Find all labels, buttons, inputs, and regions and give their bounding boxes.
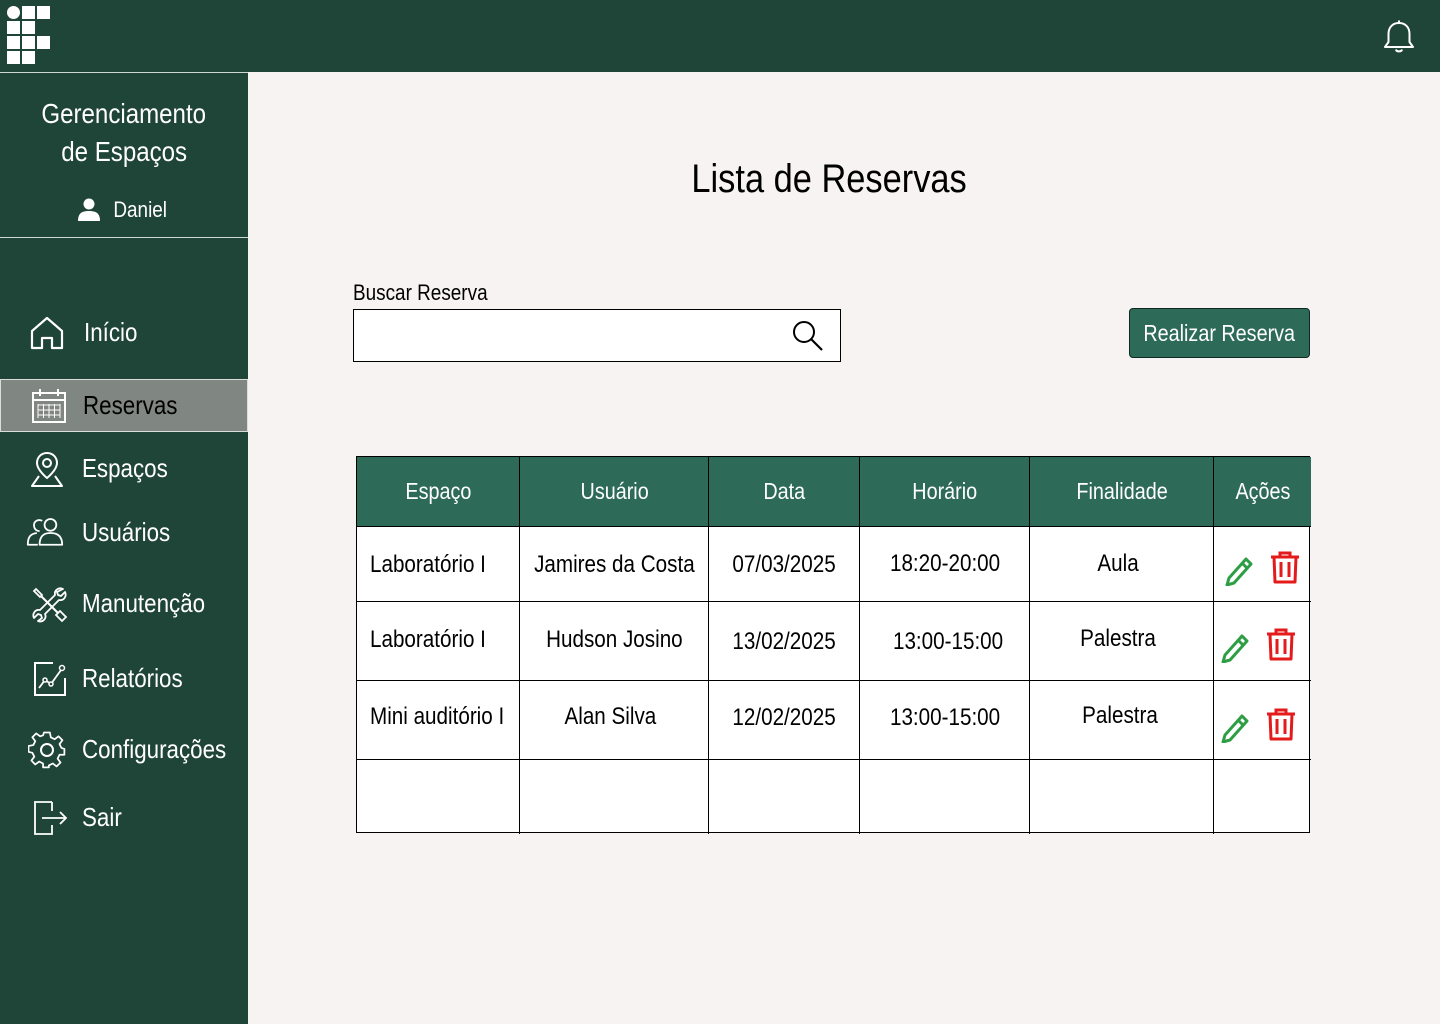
cell-text: Alan Silva bbox=[564, 703, 656, 730]
bell-icon[interactable] bbox=[1380, 18, 1418, 56]
cell-espaco: Laboratório I bbox=[370, 551, 505, 579]
cell-text: 13:00-15:00 bbox=[892, 628, 1004, 655]
sidebar-item-label: Configurações bbox=[82, 734, 227, 764]
user-info: Daniel bbox=[0, 197, 248, 223]
sidebar-item-configuracoes[interactable]: Configurações bbox=[0, 723, 248, 775]
sidebar-item-label: Relatórios bbox=[82, 663, 183, 693]
row-divider bbox=[357, 601, 1311, 602]
tools-icon bbox=[32, 587, 68, 623]
realizar-reserva-label: Realizar Reserva bbox=[1143, 320, 1296, 346]
delete-trash-icon[interactable] bbox=[1269, 550, 1301, 584]
sidebar-item-label: Sair bbox=[82, 802, 122, 832]
sidebar-item-label: Usuários bbox=[82, 517, 171, 547]
sidebar-item-usuarios[interactable]: Usuários bbox=[0, 506, 248, 558]
column-header-label: Espaço bbox=[405, 478, 472, 504]
cell-data: 13/02/2025 bbox=[709, 628, 860, 656]
row-divider bbox=[357, 526, 1311, 527]
sidebar-item-reservas[interactable]: Reservas bbox=[0, 379, 248, 432]
sidebar-item-inicio[interactable]: Início bbox=[0, 306, 248, 358]
report-chart-icon bbox=[34, 662, 66, 696]
cell-espaco: Laboratório I bbox=[370, 626, 505, 654]
cell-finalidade: Aula bbox=[1030, 550, 1206, 578]
row-divider bbox=[357, 680, 1311, 681]
search-box[interactable] bbox=[353, 309, 841, 362]
cell-text: Palestra bbox=[1082, 702, 1158, 729]
column-header-horario[interactable]: Horário bbox=[860, 457, 1030, 526]
cell-usuario: Hudson Josino bbox=[520, 626, 709, 654]
page-title: Lista de Reservas bbox=[248, 154, 1410, 204]
cell-text: Laboratório I bbox=[370, 551, 486, 578]
column-header-acoes: Ações bbox=[1214, 457, 1311, 526]
column-header-label: Horário bbox=[912, 478, 978, 504]
cell-text: 07/03/2025 bbox=[732, 551, 837, 578]
search-input[interactable] bbox=[364, 316, 788, 356]
home-icon bbox=[30, 316, 64, 350]
delete-trash-icon[interactable] bbox=[1265, 707, 1297, 741]
search-label-text: Buscar Reserva bbox=[353, 280, 488, 305]
sidebar-item-espacos[interactable]: Espaços bbox=[0, 442, 248, 494]
cell-text: Mini auditório I bbox=[370, 703, 505, 730]
sidebar-divider bbox=[0, 237, 248, 238]
edit-pencil-icon[interactable] bbox=[1220, 629, 1252, 663]
column-header-label: Data bbox=[763, 478, 806, 504]
top-bar bbox=[0, 0, 1440, 72]
edit-pencil-icon[interactable] bbox=[1224, 552, 1256, 586]
edit-pencil-icon[interactable] bbox=[1220, 709, 1252, 743]
gear-icon bbox=[28, 731, 66, 769]
column-header-usuario[interactable]: Usuário bbox=[520, 457, 709, 526]
realizar-reserva-button[interactable]: Realizar Reserva bbox=[1129, 308, 1310, 358]
cell-text: Aula bbox=[1097, 550, 1139, 577]
cell-espaco: Mini auditório I bbox=[370, 703, 526, 731]
logo-icon bbox=[7, 6, 51, 64]
column-header-label: Usuário bbox=[580, 478, 649, 504]
sidebar-item-label: Reservas bbox=[83, 390, 178, 420]
column-divider bbox=[1213, 457, 1214, 834]
cell-text: 13:00-15:00 bbox=[889, 704, 1001, 731]
sidebar-item-label: Espaços bbox=[82, 453, 168, 483]
app-title-line2: de Espaços bbox=[61, 136, 187, 167]
sidebar-item-relatorios[interactable]: Relatórios bbox=[0, 652, 248, 704]
cell-text: Hudson Josino bbox=[546, 626, 683, 653]
sidebar-item-label: Manutenção bbox=[82, 588, 206, 618]
app-title-line1: Gerenciamento bbox=[41, 98, 207, 129]
user-icon bbox=[77, 198, 100, 221]
cell-usuario: Alan Silva bbox=[520, 703, 700, 731]
map-pin-icon bbox=[31, 451, 63, 487]
cell-text: Laboratório I bbox=[370, 626, 486, 653]
cell-text: 12/02/2025 bbox=[732, 704, 837, 731]
cell-text: Palestra bbox=[1080, 625, 1156, 652]
column-header-data[interactable]: Data bbox=[709, 457, 860, 526]
row-divider bbox=[357, 759, 1311, 760]
column-header-label: Ações bbox=[1235, 478, 1290, 504]
sidebar-item-manutencao[interactable]: Manutenção bbox=[0, 577, 248, 629]
app-title: Gerenciamento de Espaços bbox=[0, 95, 248, 171]
sidebar: Gerenciamento de Espaços Daniel Início R… bbox=[0, 72, 248, 1024]
cell-horario: 13:00-15:00 bbox=[860, 628, 1036, 656]
cell-text: Jamires da Costa bbox=[534, 551, 695, 578]
delete-trash-icon[interactable] bbox=[1265, 627, 1297, 661]
sidebar-item-sair[interactable]: Sair bbox=[0, 791, 248, 843]
user-name: Daniel bbox=[113, 197, 167, 222]
cell-finalidade: Palestra bbox=[1030, 625, 1206, 653]
cell-text: 18:20-20:00 bbox=[889, 550, 1001, 577]
cell-data: 12/02/2025 bbox=[709, 704, 860, 732]
column-header-label: Finalidade bbox=[1076, 478, 1168, 504]
cell-data: 07/03/2025 bbox=[709, 551, 860, 579]
cell-text: 13/02/2025 bbox=[732, 628, 837, 655]
search-icon[interactable] bbox=[791, 319, 825, 353]
cell-horario: 18:20-20:00 bbox=[860, 550, 1030, 578]
cell-horario: 13:00-15:00 bbox=[860, 704, 1030, 732]
search-label: Buscar Reserva bbox=[353, 279, 510, 307]
reservations-table: Espaço Usuário Data Horário Finalidade A… bbox=[356, 456, 1311, 834]
calendar-icon bbox=[32, 389, 66, 423]
page-title-text: Lista de Reservas bbox=[691, 157, 967, 201]
cell-finalidade: Palestra bbox=[1030, 702, 1210, 730]
cell-usuario: Jamires da Costa bbox=[520, 551, 709, 579]
users-icon bbox=[26, 518, 64, 546]
sidebar-item-label: Início bbox=[84, 317, 138, 347]
logout-icon bbox=[34, 801, 68, 835]
column-header-espaco[interactable]: Espaço bbox=[357, 457, 520, 526]
column-header-finalidade[interactable]: Finalidade bbox=[1030, 457, 1214, 526]
